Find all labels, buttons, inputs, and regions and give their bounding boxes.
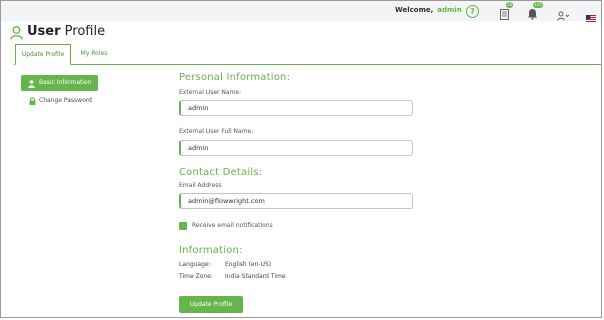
email-input[interactable]: admin@flowwright.com	[179, 193, 413, 209]
notifications-bell-icon[interactable]: 120	[527, 2, 543, 20]
ext-user-name-label: External User Name:	[179, 89, 242, 96]
ext-full-name-label: External User Full Name:	[179, 128, 254, 135]
ext-full-name-input[interactable]: admin	[179, 140, 413, 156]
top-bar: Welcome, admin ? 20 120	[1, 1, 601, 22]
notifications-badge: 120	[533, 2, 543, 8]
sidebar-item-label: Change Password	[39, 97, 92, 104]
ext-user-name-input[interactable]: admin	[179, 100, 413, 116]
person-icon	[28, 79, 35, 95]
messages-icon[interactable]: 20	[500, 2, 514, 20]
tab-update-profile[interactable]: Update Profile	[15, 44, 71, 65]
username-link[interactable]: admin	[437, 6, 461, 14]
welcome-label: Welcome,	[395, 6, 434, 14]
us-flag-icon[interactable]	[586, 7, 596, 22]
language-value: English (en-US)	[225, 261, 272, 268]
update-profile-button[interactable]: Update Profile	[179, 296, 243, 313]
help-icon[interactable]: ?	[466, 5, 479, 18]
timezone-key: Time Zone:	[179, 273, 213, 280]
sidebar-item-label: Basic Information	[39, 79, 92, 86]
page-title: User Profile	[27, 24, 106, 39]
checkmark-icon	[180, 230, 186, 236]
language-key: Language:	[179, 261, 211, 268]
welcome-text: Welcome, admin	[395, 6, 462, 14]
messages-badge: 20	[506, 2, 514, 8]
receive-notifications-checkbox[interactable]	[179, 222, 187, 236]
personal-info-heading: Personal Information:	[179, 72, 291, 83]
profile-tabs: Update Profile My Roles	[14, 44, 601, 65]
lock-icon	[29, 97, 36, 109]
receive-notifications-label: Receive email notifications	[192, 222, 273, 229]
sidebar-item-basic-information[interactable]: Basic Information	[21, 75, 98, 91]
contact-details-heading: Contact Details:	[179, 167, 263, 178]
information-heading: Information:	[179, 245, 243, 256]
email-label: Email Address	[179, 182, 222, 189]
timezone-value: India Standard Time	[225, 273, 286, 280]
user-icon	[10, 25, 23, 44]
user-menu-icon[interactable]	[557, 6, 570, 21]
tab-my-roles[interactable]: My Roles	[74, 44, 114, 63]
